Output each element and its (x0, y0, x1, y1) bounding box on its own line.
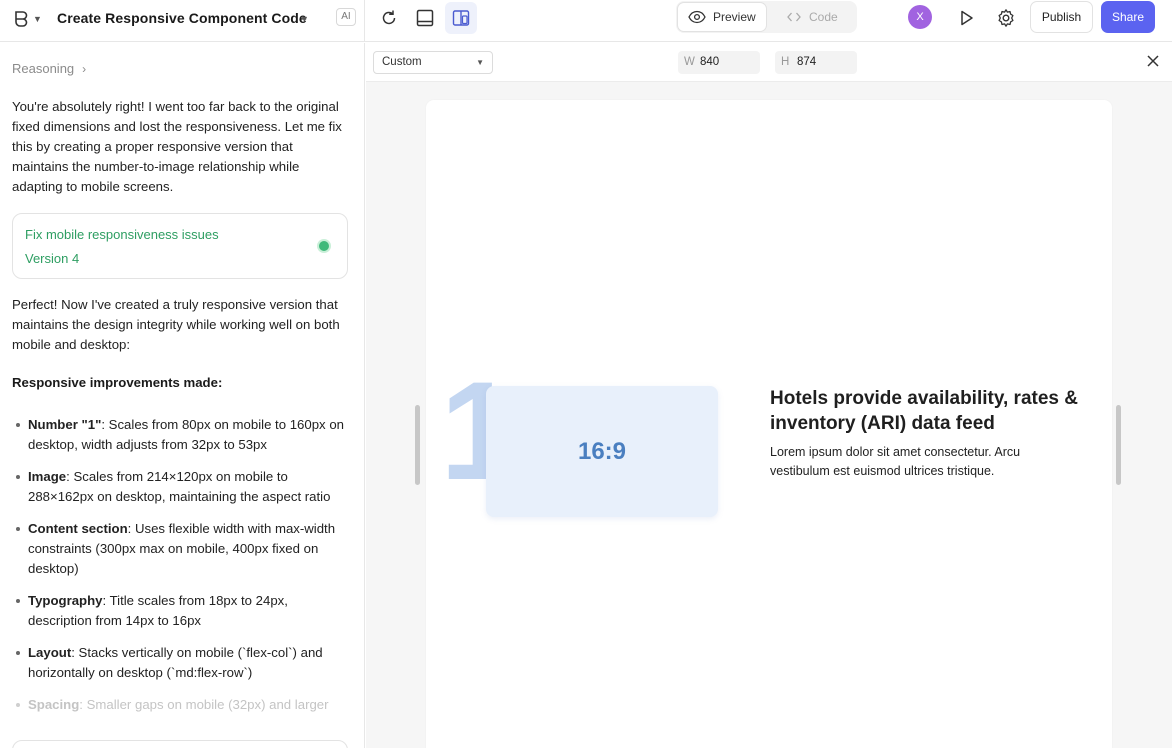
list-item-term: Layout (28, 645, 72, 660)
project-title[interactable]: Create Responsive Component Code (57, 10, 307, 26)
improvements-list: Number "1": Scales from 80px on mobile t… (12, 415, 352, 727)
devices-icon (452, 10, 470, 26)
list-item-term: Spacing (28, 697, 80, 712)
device-preset-select[interactable]: Custom ▼ (373, 51, 493, 74)
code-icon (787, 12, 801, 22)
list-item: Number "1": Scales from 80px on mobile t… (12, 415, 352, 455)
responsive-view-button[interactable] (445, 2, 477, 34)
app-logo-icon[interactable] (12, 10, 30, 30)
width-value: 840 (700, 56, 720, 68)
chat-panel: Reasoning › You're absolutely right! I w… (0, 43, 365, 748)
ai-badge[interactable]: AI (336, 8, 356, 26)
run-button[interactable] (950, 2, 982, 34)
resize-handle-right[interactable] (1116, 405, 1121, 485)
feature-description: Lorem ipsum dolor sit amet consectetur. … (770, 445, 1021, 478)
version-card-title: Fix mobile responsiveness issues (25, 227, 219, 242)
list-item: Layout: Stacks vertically on mobile (`fl… (12, 643, 352, 683)
list-item: Image: Scales from 214×120px on mobile t… (12, 467, 352, 507)
viewport-toolbar: Custom ▼ W 840 H 874 (366, 43, 1172, 82)
publish-button[interactable]: Publish (1030, 1, 1093, 33)
chevron-right-icon: › (82, 61, 87, 76)
image-placeholder: 16:9 (486, 386, 718, 517)
list-item-text: : Stacks vertically on mobile (`flex-col… (28, 645, 323, 680)
preview-tab-label: Preview (713, 10, 756, 24)
list-item-text: : Scales from 214×120px on mobile to 288… (28, 469, 331, 504)
project-header: ▼ Create Responsive Component Code ▼ AI (0, 0, 365, 42)
version-card[interactable]: Fix mobile responsiveness issues Version… (12, 213, 348, 279)
code-tab-label: Code (809, 10, 838, 24)
preview-tab[interactable]: Preview (677, 2, 767, 32)
list-item: Content section: Uses flexible width wit… (12, 519, 352, 579)
user-avatar[interactable]: X (908, 5, 932, 29)
share-button[interactable]: Share (1101, 1, 1155, 33)
list-item-term: Image (28, 469, 67, 484)
code-tab[interactable]: Code (787, 10, 838, 24)
view-mode-toggle: Preview Code (676, 1, 857, 33)
list-item-term: Content section (28, 521, 128, 536)
height-field[interactable]: H 874 (775, 51, 857, 74)
chevron-down-icon[interactable]: ▼ (300, 14, 309, 24)
improvements-heading: Responsive improvements made: (12, 375, 223, 390)
refresh-icon (382, 10, 396, 25)
aspect-ratio-label: 16:9 (577, 437, 627, 465)
chat-input-edge[interactable] (12, 740, 348, 748)
version-card-version: Version 4 (25, 251, 80, 266)
eye-icon (688, 10, 706, 24)
top-bar: ▼ Create Responsive Component Code ▼ AI … (0, 0, 1172, 42)
panel-layout-button[interactable] (409, 2, 441, 34)
list-item-term: Number "1" (28, 417, 102, 432)
list-item-text: : Smaller gaps on mobile (32px) and larg… (79, 697, 329, 712)
list-item: Spacing: Smaller gaps on mobile (32px) a… (12, 695, 352, 715)
reasoning-label: Reasoning (12, 61, 75, 76)
chevron-down-icon: ▼ (476, 58, 484, 67)
list-item-term: Typography (28, 593, 103, 608)
gear-icon (998, 9, 1014, 27)
assistant-message-intro: You're absolutely right! I went too far … (12, 99, 342, 194)
width-field[interactable]: W 840 (678, 51, 760, 74)
close-icon[interactable] (1146, 54, 1160, 68)
list-item: Typography: Title scales from 18px to 24… (12, 591, 352, 631)
preview-area: Custom ▼ W 840 H 874 1 16:9 Hotels provi… (366, 43, 1172, 748)
height-value: 874 (797, 56, 817, 68)
resize-handle-left[interactable] (415, 405, 420, 485)
device-preset-value: Custom (382, 56, 422, 68)
settings-button[interactable] (990, 2, 1022, 34)
play-icon (961, 10, 973, 26)
chevron-down-icon[interactable]: ▼ (33, 14, 42, 24)
status-dot-icon (319, 241, 329, 251)
refresh-button[interactable] (373, 2, 405, 34)
assistant-message-followup: Perfect! Now I've created a truly respon… (12, 297, 340, 352)
width-label: W (684, 56, 695, 68)
height-label: H (781, 56, 790, 68)
reasoning-toggle[interactable]: Reasoning › (12, 61, 86, 76)
feature-title: Hotels provide availability, rates & inv… (770, 388, 1078, 434)
panel-bottom-icon (416, 9, 434, 27)
